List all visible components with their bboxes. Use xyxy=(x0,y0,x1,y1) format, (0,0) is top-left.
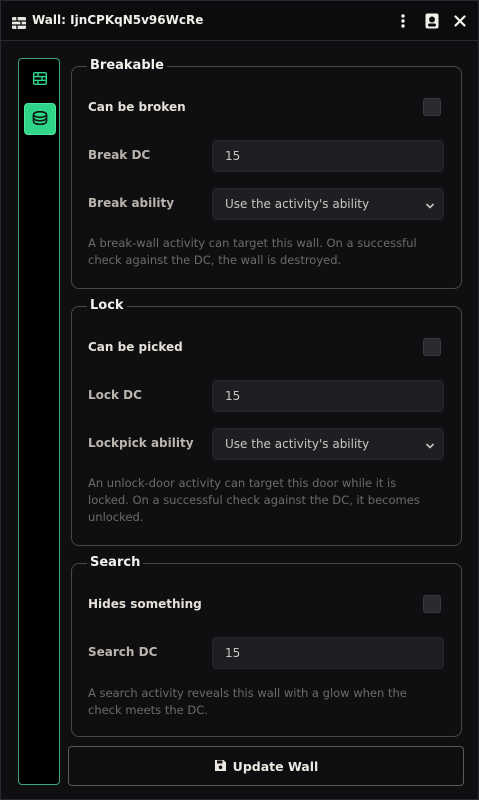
lock-hint: An unlock-door activity can target this … xyxy=(88,476,420,524)
can-be-picked-label: Can be picked xyxy=(88,340,183,354)
search-section: Search Hides something Search DC 15 A se… xyxy=(71,554,462,737)
lockpick-ability-value: Use the activity's ability xyxy=(225,437,370,451)
search-hint: A search activity reveals this wall with… xyxy=(88,686,407,717)
lock-section: Lock Can be picked Lock DC 15 Lockpick a… xyxy=(71,297,462,546)
breakable-section: Breakable Can be broken Break DC 15 Brea… xyxy=(71,57,462,289)
chevron-down-icon xyxy=(425,200,435,210)
lock-dc-label: Lock DC xyxy=(88,388,142,402)
section-legend: Search xyxy=(87,554,144,572)
break-ability-value: Use the activity's ability xyxy=(225,197,370,211)
hides-something-label: Hides something xyxy=(88,597,202,611)
break-dc-input[interactable]: 15 xyxy=(212,140,444,172)
titlebar: Wall: IjnCPKqN5v96WcRe xyxy=(1,1,478,41)
can-be-picked-checkbox[interactable] xyxy=(423,338,441,356)
sidebar-tabs xyxy=(18,58,60,785)
lockpick-ability-label: Lockpick ability xyxy=(88,436,194,450)
window-title: Wall: IjnCPKqN5v96WcRe xyxy=(32,13,204,27)
tab-features[interactable] xyxy=(24,103,56,135)
break-dc-label: Break DC xyxy=(88,148,151,162)
update-wall-button[interactable]: Update Wall xyxy=(68,746,464,786)
lockpick-ability-select[interactable]: Use the activity's ability xyxy=(212,428,444,460)
section-legend: Breakable xyxy=(87,57,167,75)
token-icon[interactable] xyxy=(423,12,441,30)
search-dc-label: Search DC xyxy=(88,645,158,659)
break-ability-select[interactable]: Use the activity's ability xyxy=(212,188,444,220)
search-dc-input[interactable]: 15 xyxy=(212,637,444,669)
save-icon xyxy=(214,757,227,776)
break-ability-label: Break ability xyxy=(88,196,175,210)
menu-dots-icon[interactable] xyxy=(394,12,412,30)
hides-something-checkbox[interactable] xyxy=(423,595,441,613)
brick-wall-icon xyxy=(32,70,48,89)
chevron-down-icon xyxy=(425,440,435,450)
wall-config-window: Wall: IjnCPKqN5v96WcRe Breakable Can be … xyxy=(0,0,479,800)
section-legend: Lock xyxy=(87,297,127,315)
tab-wall[interactable] xyxy=(24,63,56,95)
breakable-hint: A break-wall activity can target this wa… xyxy=(88,236,417,267)
can-be-broken-checkbox[interactable] xyxy=(423,98,441,116)
close-icon[interactable] xyxy=(451,12,469,30)
coins-icon xyxy=(32,110,48,129)
lock-dc-input[interactable]: 15 xyxy=(212,380,444,412)
wall-brick-icon xyxy=(12,14,26,29)
update-wall-label: Update Wall xyxy=(232,758,319,774)
can-be-broken-label: Can be broken xyxy=(88,100,186,114)
